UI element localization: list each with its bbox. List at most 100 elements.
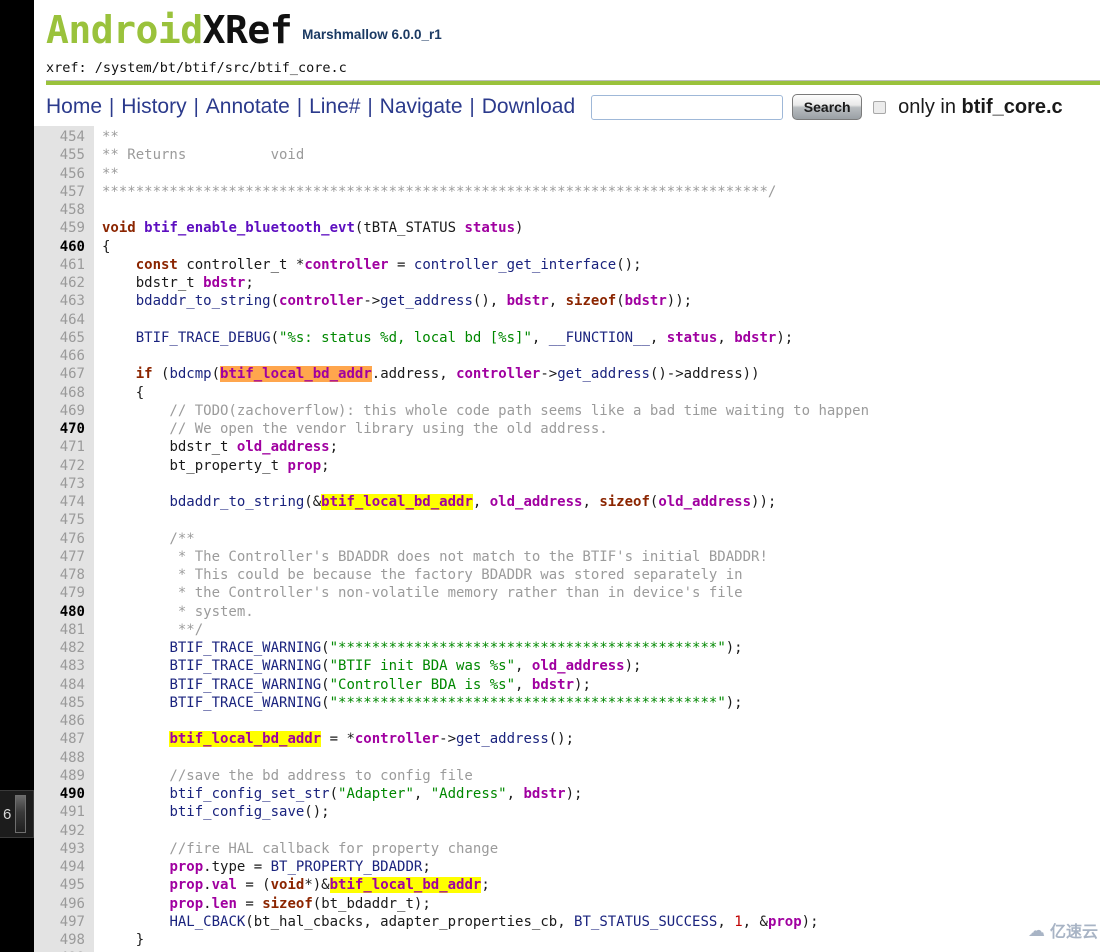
line-number[interactable]: 464 [34, 311, 94, 329]
code-line[interactable]: prop.val = (void*)&btif_local_bd_addr; [102, 876, 1112, 894]
line-number[interactable]: 496 [34, 895, 94, 913]
nav-item-history[interactable]: History [114, 94, 193, 120]
code-line[interactable]: btif_local_bd_addr = *controller->get_ad… [102, 730, 1112, 748]
code-line[interactable]: BTIF_TRACE_WARNING("BTIF init BDA was %s… [102, 657, 1112, 675]
line-number[interactable]: 479 [34, 584, 94, 602]
code-line[interactable]: prop.len = sizeof(bt_bdaddr_t); [102, 895, 1112, 913]
line-number[interactable]: 486 [34, 712, 94, 730]
code-line[interactable]: /** [102, 530, 1112, 548]
line-number[interactable]: 466 [34, 347, 94, 365]
code-line[interactable]: bdstr_t bdstr; [102, 274, 1112, 292]
code-line[interactable]: btif_config_save(); [102, 803, 1112, 821]
line-number[interactable]: 480 [34, 603, 94, 621]
code-line[interactable]: ** [102, 165, 1112, 183]
line-number[interactable]: 456 [34, 165, 94, 183]
code-line[interactable]: if (bdcmp(btif_local_bd_addr.address, co… [102, 365, 1112, 383]
source-code[interactable]: ** ** Returns void ** *********************… [94, 126, 1112, 952]
line-number[interactable]: 476 [34, 530, 94, 548]
line-number[interactable]: 459 [34, 219, 94, 237]
nav-item-linenumber[interactable]: Line# [302, 94, 367, 120]
line-number[interactable]: 483 [34, 657, 94, 675]
code-line[interactable]: //save the bd address to config file [102, 767, 1112, 785]
code-line[interactable] [102, 347, 1112, 365]
line-number[interactable]: 471 [34, 438, 94, 456]
code-line[interactable]: **/ [102, 621, 1112, 639]
line-number[interactable]: 454 [34, 128, 94, 146]
code-line[interactable]: const controller_t *controller = control… [102, 256, 1112, 274]
line-number[interactable]: 467 [34, 365, 94, 383]
line-number[interactable]: 487 [34, 730, 94, 748]
code-line[interactable] [102, 475, 1112, 493]
line-number[interactable]: 473 [34, 475, 94, 493]
line-number[interactable]: 465 [34, 329, 94, 347]
code-line[interactable]: bdstr_t old_address; [102, 438, 1112, 456]
line-number[interactable]: 475 [34, 511, 94, 529]
code-line[interactable] [102, 749, 1112, 767]
code-line[interactable]: { [102, 238, 1112, 256]
line-number-gutter[interactable]: 454 455 456 457 458 459 460 461 462 463 464 465 466 4… [34, 126, 94, 952]
site-logo[interactable]: AndroidXRef Marshmallow 6.0.0_r1 [46, 8, 1112, 61]
code-line[interactable]: bdaddr_to_string(controller->get_address… [102, 292, 1112, 310]
line-number[interactable]: 495 [34, 876, 94, 894]
code-line[interactable]: * the Controller's non-volatile memory r… [102, 584, 1112, 602]
only-in-file-checkbox[interactable] [873, 100, 887, 114]
line-number[interactable]: 493 [34, 840, 94, 858]
code-line[interactable]: prop.type = BT_PROPERTY_BDADDR; [102, 858, 1112, 876]
code-line[interactable]: bdaddr_to_string(&btif_local_bd_addr, ol… [102, 493, 1112, 511]
nav-item-navigate[interactable]: Navigate [373, 94, 470, 120]
line-number[interactable]: 497 [34, 913, 94, 931]
line-number[interactable]: 477 [34, 548, 94, 566]
line-number[interactable]: 455 [34, 146, 94, 164]
code-line[interactable]: HAL_CBACK(bt_hal_cbacks, adapter_propert… [102, 913, 1112, 931]
code-line[interactable]: // TODO(zachoverflow): this whole code p… [102, 402, 1112, 420]
code-line[interactable]: ** [102, 128, 1112, 146]
line-number[interactable]: 485 [34, 694, 94, 712]
line-number[interactable]: 462 [34, 274, 94, 292]
code-line[interactable]: BTIF_TRACE_WARNING("Controller BDA is %s… [102, 676, 1112, 694]
search-button[interactable]: Search [792, 94, 863, 120]
line-number[interactable]: 482 [34, 639, 94, 657]
line-number[interactable]: 457 [34, 183, 94, 201]
nav-item-download[interactable]: Download [475, 94, 582, 120]
line-number[interactable]: 489 [34, 767, 94, 785]
line-number[interactable]: 494 [34, 858, 94, 876]
code-line[interactable] [102, 822, 1112, 840]
search-input[interactable] [591, 94, 784, 120]
code-line[interactable]: // We open the vendor library using the … [102, 420, 1112, 438]
nav-item-home[interactable]: Home [46, 94, 109, 120]
drag-handle-icon[interactable] [15, 795, 27, 833]
code-line[interactable]: BTIF_TRACE_DEBUG("%s: status %d, local b… [102, 329, 1112, 347]
code-line[interactable] [102, 511, 1112, 529]
left-floating-widget[interactable]: 6 [0, 790, 34, 838]
line-number[interactable]: 481 [34, 621, 94, 639]
code-line[interactable]: void btif_enable_bluetooth_evt(tBTA_STAT… [102, 219, 1112, 237]
nav-item-annotate[interactable]: Annotate [199, 94, 297, 120]
code-line[interactable]: { [102, 384, 1112, 402]
line-number[interactable]: 474 [34, 493, 94, 511]
code-line[interactable] [102, 712, 1112, 730]
code-line[interactable]: bt_property_t prop; [102, 457, 1112, 475]
line-number[interactable]: 490 [34, 785, 94, 803]
line-number[interactable]: 458 [34, 201, 94, 219]
line-number[interactable]: 484 [34, 676, 94, 694]
code-line[interactable]: } [102, 931, 1112, 949]
breadcrumb[interactable]: xref: /system/bt/btif/src/btif_core.c [46, 60, 1100, 81]
code-line[interactable]: BTIF_TRACE_WARNING("********************… [102, 694, 1112, 712]
code-line[interactable] [102, 311, 1112, 329]
code-line[interactable]: * system. [102, 603, 1112, 621]
line-number[interactable]: 498 [34, 931, 94, 949]
line-number[interactable]: 461 [34, 256, 94, 274]
line-number[interactable]: 469 [34, 402, 94, 420]
line-number[interactable]: 488 [34, 749, 94, 767]
line-number[interactable]: 478 [34, 566, 94, 584]
code-line[interactable]: btif_config_set_str("Adapter", "Address"… [102, 785, 1112, 803]
line-number[interactable]: 492 [34, 822, 94, 840]
code-line[interactable]: //fire HAL callback for property change [102, 840, 1112, 858]
line-number[interactable]: 470 [34, 420, 94, 438]
line-number[interactable]: 460 [34, 238, 94, 256]
line-number[interactable]: 463 [34, 292, 94, 310]
code-line[interactable]: BTIF_TRACE_WARNING("********************… [102, 639, 1112, 657]
line-number[interactable]: 468 [34, 384, 94, 402]
line-number[interactable]: 491 [34, 803, 94, 821]
code-line[interactable]: * This could be because the factory BDAD… [102, 566, 1112, 584]
